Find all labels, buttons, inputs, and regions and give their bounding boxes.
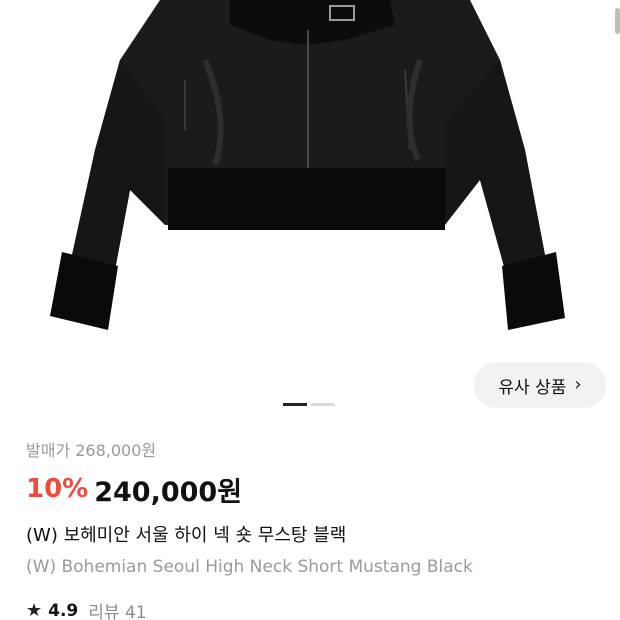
product-image-area[interactable]: 유사 상품 › xyxy=(0,0,620,420)
similar-products-label: 유사 상품 xyxy=(498,377,567,398)
price-row: 10% 240,000원 xyxy=(26,468,606,510)
chevron-right-icon: › xyxy=(574,373,582,395)
product-name-korean: (W) 보헤미안 서울 하이 넥 숏 무스탕 블랙 xyxy=(26,525,347,546)
product-info: 발매가 268,000원 10% 240,000원 (W) 보헤미안 서울 하이… xyxy=(26,438,606,580)
similar-products-button[interactable]: 유사 상품 › xyxy=(474,362,606,408)
product-name-english: (W) Bohemian Seoul High Neck Short Musta… xyxy=(26,557,473,577)
carousel-dot-1[interactable] xyxy=(283,403,307,406)
rating-row[interactable]: ★ 4.9 리뷰 41 xyxy=(26,598,147,620)
review-count[interactable]: 리뷰 41 xyxy=(88,598,146,620)
carousel-pagination xyxy=(283,403,335,406)
sale-price: 240,000원 xyxy=(94,476,243,508)
scrollbar[interactable] xyxy=(615,8,620,34)
star-icon: ★ xyxy=(26,600,43,620)
discount-rate: 10% xyxy=(26,474,89,504)
rating-score: 4.9 xyxy=(48,600,79,620)
original-price: 발매가 268,000원 xyxy=(26,441,157,460)
carousel-dot-2[interactable] xyxy=(311,403,335,406)
product-jacket-image xyxy=(50,0,565,330)
